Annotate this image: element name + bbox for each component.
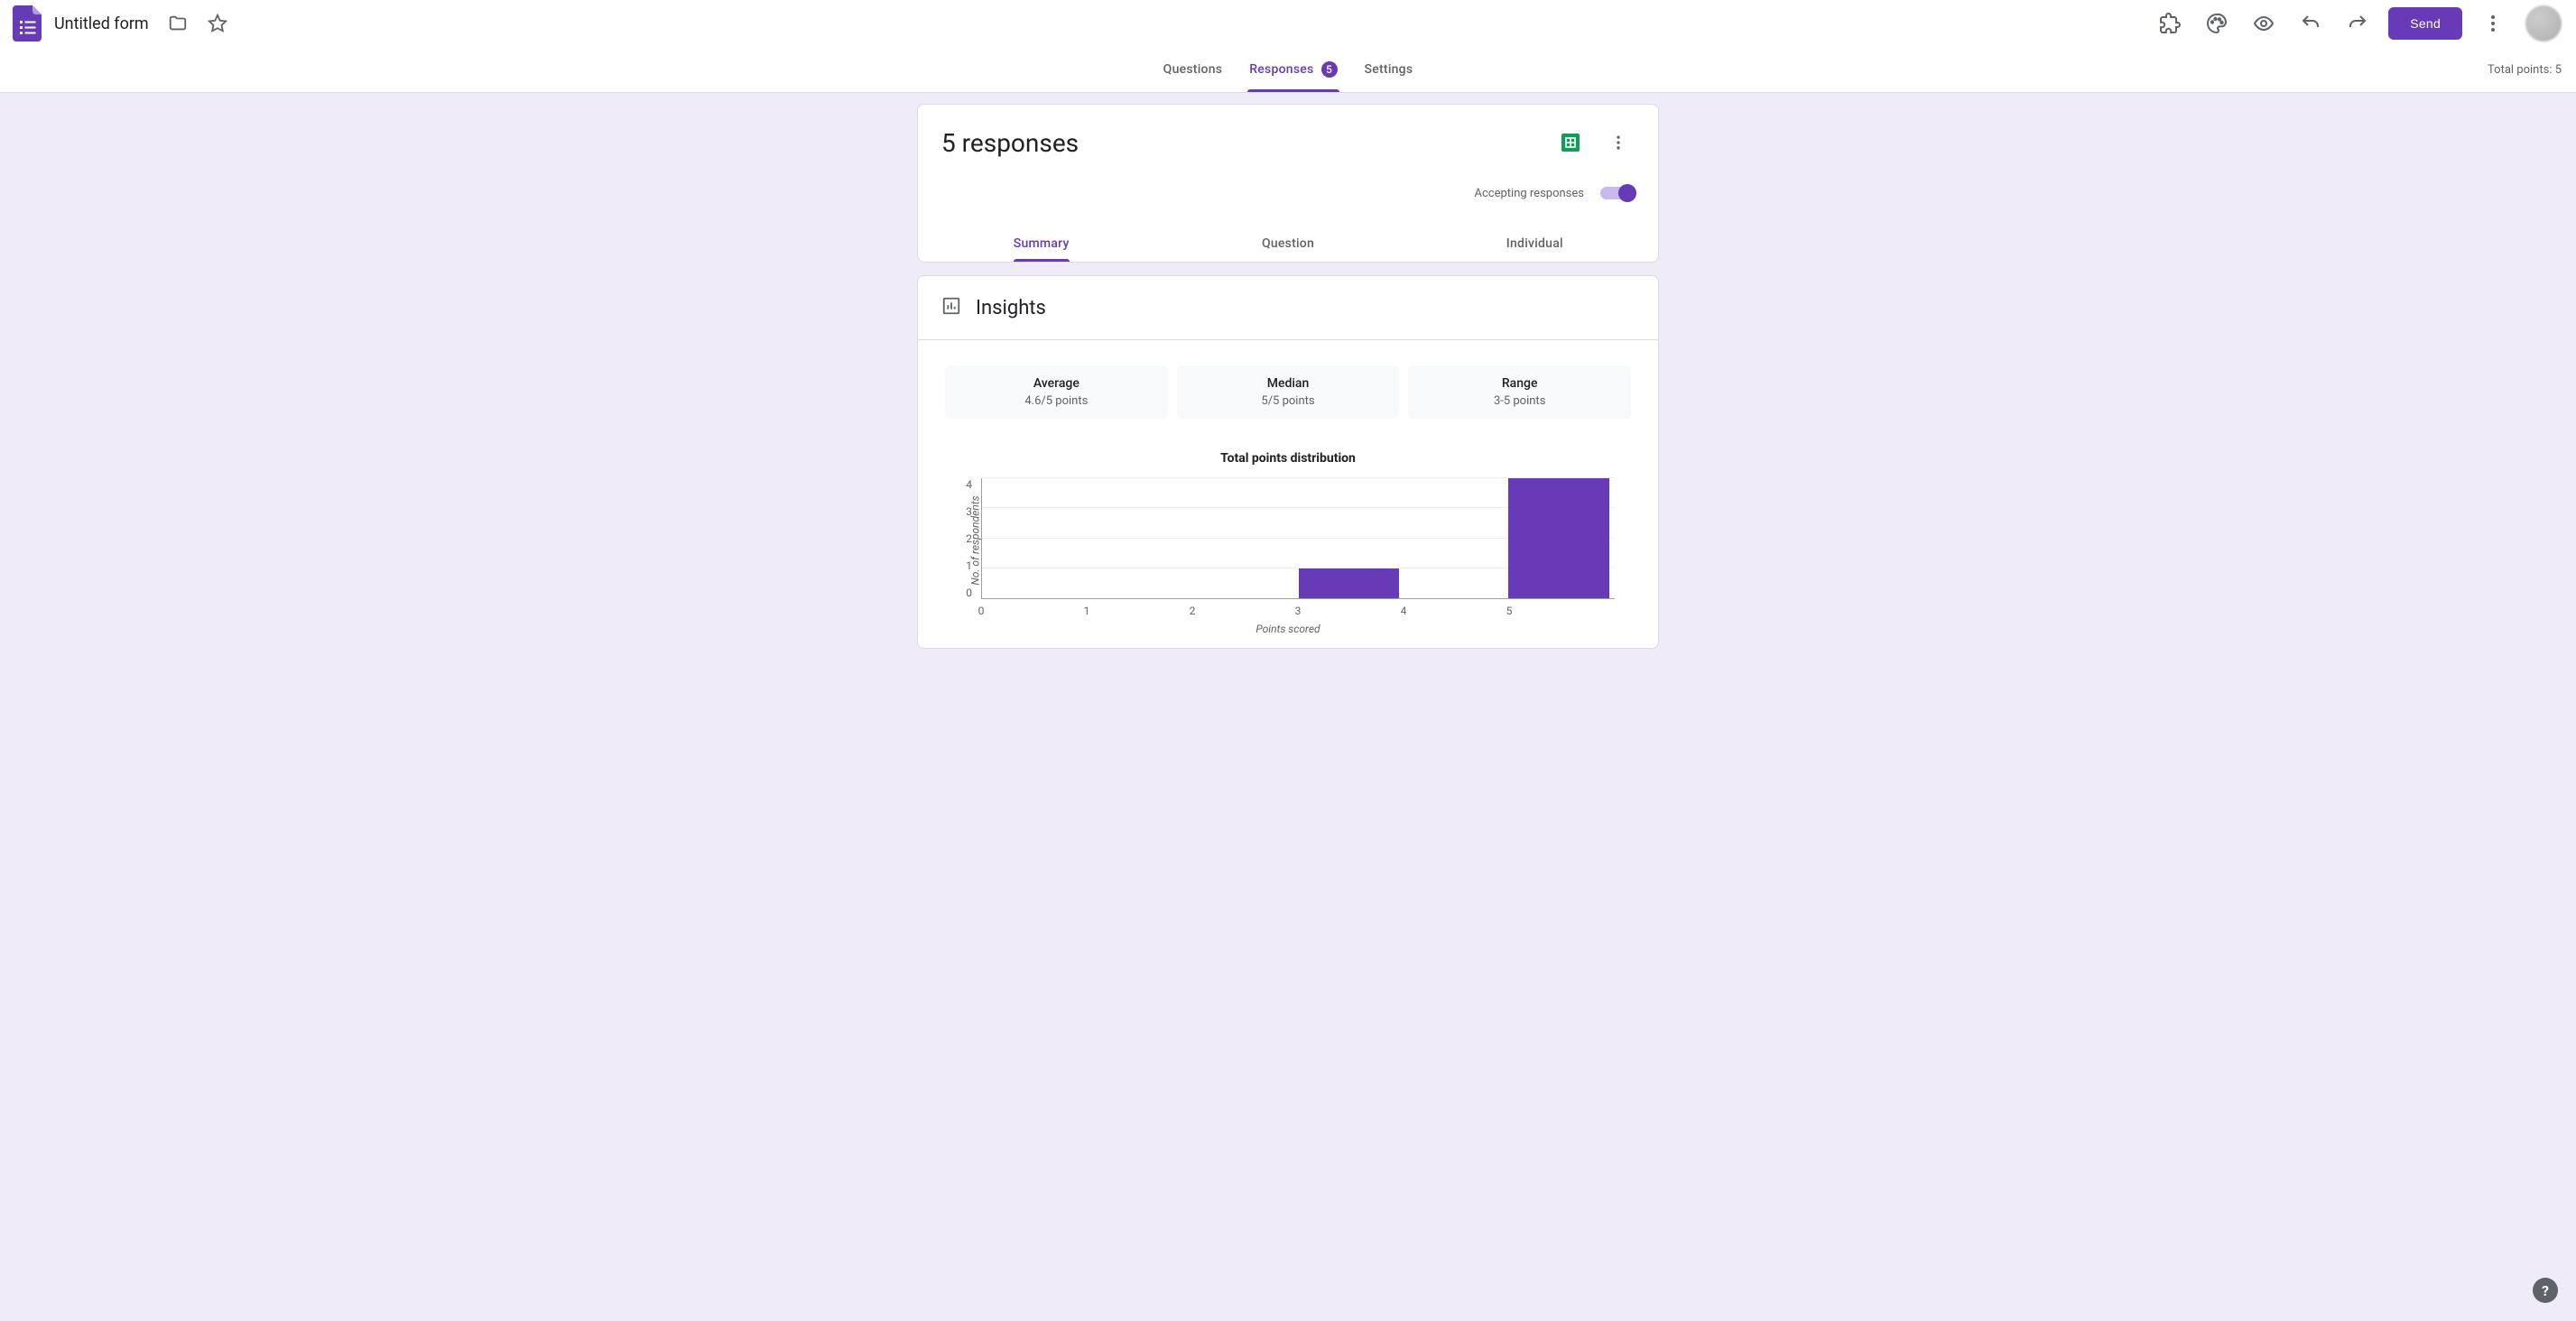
- help-button[interactable]: ?: [2533, 1278, 2558, 1303]
- chart-xtick: 0: [978, 605, 985, 617]
- responses-title: 5 responses: [941, 128, 1552, 158]
- tab-responses[interactable]: Responses 5: [1247, 47, 1339, 92]
- more-menu-button[interactable]: [2473, 4, 2513, 43]
- star-button[interactable]: [198, 4, 237, 43]
- addons-button[interactable]: [2150, 4, 2190, 43]
- insights-title: Insights: [976, 297, 1046, 319]
- chart-ylabel: No. of respondents: [969, 495, 982, 585]
- chart-title: Total points distribution: [918, 451, 1658, 466]
- stat-range-value: 3-5 points: [1415, 394, 1624, 408]
- chart-ytick: 0: [966, 587, 972, 599]
- move-to-folder-button[interactable]: [158, 4, 198, 43]
- chart-xlabel: Points scored: [918, 623, 1658, 635]
- forms-logo-icon[interactable]: [9, 5, 45, 42]
- insights-icon: [941, 296, 961, 319]
- subtab-question[interactable]: Question: [1164, 226, 1411, 262]
- theme-button[interactable]: [2197, 4, 2237, 43]
- chart-bar: [1299, 568, 1400, 598]
- chart-ytick: 4: [966, 478, 972, 491]
- chart-bar-slot: [1191, 478, 1296, 598]
- chart-xtick: 2: [1190, 605, 1196, 617]
- tab-questions[interactable]: Questions: [1162, 47, 1225, 92]
- chart-bar-slot: [1297, 478, 1402, 598]
- tab-settings[interactable]: Settings: [1363, 47, 1415, 92]
- responses-more-menu-button[interactable]: [1602, 126, 1635, 159]
- responses-count-badge: 5: [1321, 61, 1338, 78]
- chart-xtick: 4: [1401, 605, 1407, 617]
- stat-average: Average 4.6/5 points: [945, 365, 1168, 419]
- chart-bar-slot: [1506, 478, 1611, 598]
- total-points-label: Total points: 5: [2251, 47, 2576, 92]
- account-avatar[interactable]: [2525, 5, 2562, 42]
- chart-bar-slot: [982, 478, 1087, 598]
- form-title[interactable]: Untitled form: [54, 14, 149, 33]
- chart-bar-slot: [1087, 478, 1191, 598]
- tab-questions-label: Questions: [1163, 62, 1223, 77]
- tab-settings-label: Settings: [1365, 62, 1413, 77]
- stat-median: Median 5/5 points: [1177, 365, 1400, 419]
- chart-bar-slot: [1402, 478, 1506, 598]
- link-to-sheets-button[interactable]: [1561, 133, 1580, 152]
- redo-button[interactable]: [2338, 4, 2377, 43]
- stat-average-label: Average: [952, 376, 1161, 391]
- subtab-summary-label: Summary: [1014, 236, 1070, 251]
- chart-bar: [1508, 478, 1609, 598]
- tab-responses-label: Responses: [1249, 62, 1313, 77]
- subtab-summary[interactable]: Summary: [918, 226, 1164, 262]
- stat-median-value: 5/5 points: [1184, 394, 1393, 408]
- responses-card: 5 responses Accepting responses: [917, 104, 1659, 263]
- stat-range: Range 3-5 points: [1408, 365, 1631, 419]
- help-icon: ?: [2542, 1282, 2549, 1299]
- stat-average-value: 4.6/5 points: [952, 394, 1161, 408]
- subtab-individual-label: Individual: [1506, 236, 1563, 251]
- chart-xtick: 1: [1084, 605, 1090, 617]
- undo-button[interactable]: [2291, 4, 2330, 43]
- send-button[interactable]: Send: [2388, 7, 2462, 40]
- stat-range-label: Range: [1415, 376, 1624, 391]
- chart-xtick: 5: [1506, 605, 1513, 617]
- stat-median-label: Median: [1184, 376, 1393, 391]
- subtab-individual[interactable]: Individual: [1412, 226, 1658, 262]
- preview-button[interactable]: [2244, 4, 2284, 43]
- insights-card: Insights Average 4.6/5 points Median 5/5…: [917, 275, 1659, 649]
- chart-plot: No. of respondents 4 3 2 1 0: [918, 466, 1658, 615]
- subtab-question-label: Question: [1262, 236, 1314, 251]
- accepting-responses-label: Accepting responses: [1475, 187, 1585, 200]
- chart-xtick: 3: [1295, 605, 1302, 617]
- accepting-responses-toggle[interactable]: [1600, 184, 1635, 202]
